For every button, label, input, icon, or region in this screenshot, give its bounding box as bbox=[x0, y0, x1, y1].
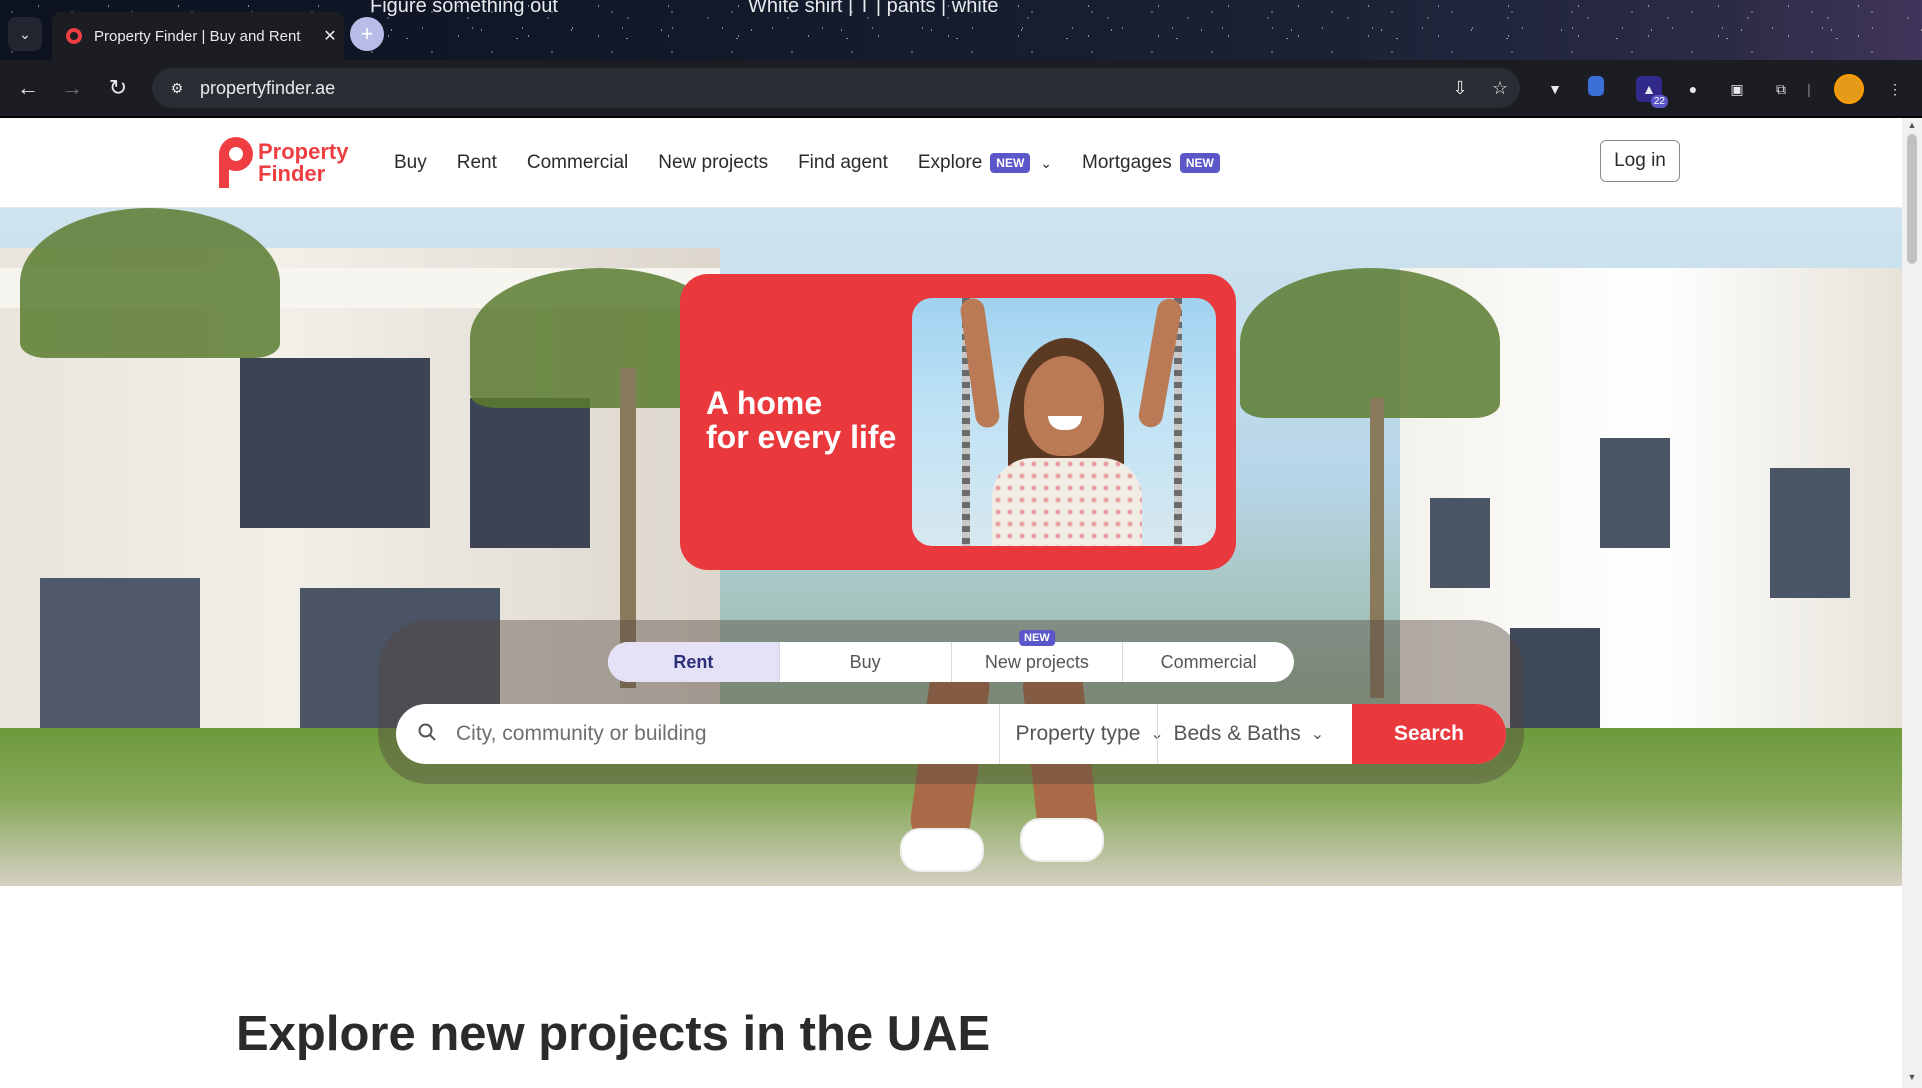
scroll-down-icon[interactable]: ▼ bbox=[1906, 1072, 1918, 1082]
chevron-down-icon: ⌄ bbox=[19, 25, 31, 42]
back-button[interactable]: ← bbox=[14, 74, 42, 102]
location-search-input[interactable] bbox=[454, 721, 958, 747]
inactive-tab-2[interactable]: White shirt | T | pants | white bbox=[748, 0, 1028, 16]
install-app-icon[interactable]: ⇩ bbox=[1440, 78, 1480, 99]
logo-line-2: Finder bbox=[258, 161, 326, 186]
reload-button[interactable]: ↻ bbox=[104, 74, 132, 102]
login-button[interactable]: Log in bbox=[1600, 140, 1680, 182]
scroll-up-icon[interactable]: ▲ bbox=[1906, 120, 1918, 130]
nav-commercial[interactable]: Commercial bbox=[527, 152, 628, 174]
site-info-icon[interactable]: ⚙ bbox=[166, 77, 188, 99]
extension-badge: 22 bbox=[1650, 95, 1668, 108]
close-icon[interactable]: ✕ bbox=[316, 26, 344, 46]
beds-baths-dropdown[interactable]: Beds & Baths ⌄ bbox=[1156, 704, 1324, 764]
search-icon bbox=[418, 723, 442, 746]
forward-button[interactable]: → bbox=[58, 74, 86, 102]
main-nav: Buy Rent Commercial New projects Find ag… bbox=[394, 152, 1250, 174]
property-finder-favicon-icon bbox=[66, 28, 82, 44]
active-tab[interactable]: Property Finder | Buy and Rent ✕ bbox=[52, 12, 344, 60]
nav-rent[interactable]: Rent bbox=[457, 152, 497, 174]
nav-new-projects[interactable]: New projects bbox=[658, 152, 768, 174]
hero-promo-card: A home for every life bbox=[680, 274, 1236, 570]
browser-toolbar: ← → ↻ ⚙ propertyfinder.ae ⇩ ☆ ▼ ▲ 22 ● ▣… bbox=[0, 60, 1922, 118]
arrow-left-icon: ← bbox=[17, 75, 39, 100]
inactive-tab-1[interactable]: Figure something out bbox=[370, 0, 590, 16]
hero-headline: A home for every life bbox=[706, 385, 897, 455]
new-tab-button[interactable]: + bbox=[350, 17, 384, 51]
new-badge: NEW bbox=[1019, 630, 1055, 646]
page-scrollbar[interactable]: ▲ ▼ bbox=[1902, 118, 1922, 1088]
search-tab-rent[interactable]: Rent bbox=[608, 642, 780, 682]
extension-bottle-icon[interactable]: ● bbox=[1680, 76, 1706, 102]
hero-photo-girl-on-swing bbox=[912, 298, 1216, 546]
kebab-menu-icon[interactable]: ⋮ bbox=[1882, 76, 1908, 102]
site-header: Property Finder Buy Rent Commercial New … bbox=[0, 118, 1902, 208]
search-tab-buy[interactable]: Buy bbox=[780, 642, 952, 682]
search-tab-commercial[interactable]: Commercial bbox=[1123, 642, 1294, 682]
nav-explore[interactable]: Explore NEW ⌄ bbox=[918, 152, 1052, 174]
puzzle-icon[interactable]: ⧉ bbox=[1768, 76, 1794, 102]
nav-find-agent[interactable]: Find agent bbox=[798, 152, 888, 174]
chevron-down-icon: ⌄ bbox=[1310, 726, 1325, 743]
extension-graduation-icon[interactable]: ▲ 22 bbox=[1636, 76, 1668, 108]
extension-v-icon[interactable]: ▼ bbox=[1542, 76, 1568, 102]
url-text[interactable]: propertyfinder.ae bbox=[200, 78, 1440, 99]
browser-tab-strip: ⌄ Figure something out White shirt | T |… bbox=[0, 0, 1922, 60]
reload-icon: ↻ bbox=[108, 75, 128, 100]
hero-banner: A home for every life bbox=[0, 208, 1902, 886]
search-tab-new-projects[interactable]: NEW New projects bbox=[952, 630, 1124, 682]
plus-icon: + bbox=[360, 21, 374, 46]
extension-window-icon[interactable]: ▣ bbox=[1724, 76, 1750, 102]
extension-doc-icon[interactable] bbox=[1588, 76, 1604, 96]
tab-search-button[interactable]: ⌄ bbox=[8, 17, 42, 51]
property-finder-logo[interactable]: Property Finder bbox=[218, 136, 348, 190]
section-title: Explore new projects in the UAE bbox=[236, 1007, 991, 1061]
page-viewport: Property Finder Buy Rent Commercial New … bbox=[0, 118, 1902, 1088]
chevron-down-icon: ⌄ bbox=[1040, 154, 1053, 171]
nav-mortgages[interactable]: Mortgages NEW bbox=[1082, 152, 1220, 174]
nav-buy[interactable]: Buy bbox=[394, 152, 427, 174]
search-category-tabs: Rent Buy NEW New projects Commercial bbox=[608, 630, 1294, 682]
profile-avatar[interactable] bbox=[1834, 74, 1864, 104]
logo-mark-icon bbox=[219, 137, 253, 188]
property-search-bar: Property type ⌄ Beds & Baths ⌄ Search bbox=[396, 704, 1506, 764]
new-badge: NEW bbox=[990, 153, 1031, 173]
property-type-dropdown[interactable]: Property type ⌄ bbox=[998, 704, 1164, 764]
toolbar-divider: | bbox=[1807, 81, 1811, 97]
search-button[interactable]: Search bbox=[1352, 704, 1506, 764]
new-badge: NEW bbox=[1179, 153, 1220, 173]
active-tab-title: Property Finder | Buy and Rent bbox=[94, 27, 301, 45]
address-bar[interactable]: ⚙ propertyfinder.ae ⇩ ☆ bbox=[152, 68, 1520, 108]
logo-line-1: Property bbox=[258, 139, 349, 164]
bookmark-star-icon[interactable]: ☆ bbox=[1480, 78, 1520, 99]
scrollbar-thumb[interactable] bbox=[1907, 134, 1917, 264]
arrow-right-icon: → bbox=[61, 75, 83, 100]
